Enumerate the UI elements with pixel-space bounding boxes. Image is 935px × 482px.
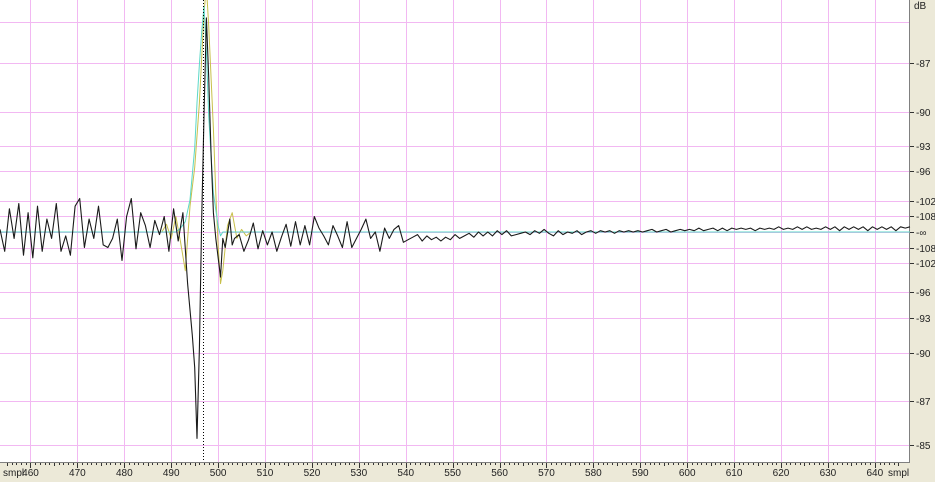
y-tick-label: -90 — [916, 108, 931, 119]
y-tick-label: -93 — [916, 314, 931, 325]
y-tick-label: -93 — [916, 142, 931, 153]
y-tick-label: -85 — [916, 441, 931, 452]
x-tick-label: 530 — [350, 468, 367, 479]
y-tick-label: -108 — [916, 244, 935, 255]
y-tick-label: -102 — [916, 197, 935, 208]
x-tick-label: 550 — [444, 468, 461, 479]
x-tick-label: 620 — [773, 468, 790, 479]
waveform-chart: 460 470 480 490 500 510 520 530 540 550 560 570 580 5… — [0, 0, 935, 482]
x-tick-label: 610 — [726, 468, 743, 479]
x-tick-label: 600 — [679, 468, 696, 479]
x-tick-label: 510 — [257, 468, 274, 479]
y-tick-label: -96 — [916, 167, 931, 178]
x-tick-label: 640 — [866, 468, 883, 479]
x-tick-label: 560 — [491, 468, 508, 479]
x-tick-label: 590 — [632, 468, 649, 479]
x-tick-label: 540 — [397, 468, 414, 479]
x-tick-label: 470 — [69, 468, 86, 479]
y-tick-label: -108 — [916, 212, 935, 223]
y-tick-label: -90 — [916, 349, 931, 360]
x-axis-unit-left: smpl — [3, 468, 24, 479]
y-tick-label: -87 — [916, 397, 931, 408]
waveform-plot[interactable]: 460 470 480 490 500 510 520 530 540 550 560 570 580 5… — [0, 0, 935, 482]
x-tick-label: 630 — [820, 468, 837, 479]
x-tick-label: 460 — [22, 468, 39, 479]
y-tick-label: -96 — [916, 288, 931, 299]
x-tick-label: 580 — [585, 468, 602, 479]
y-tick-label: -∞ — [916, 228, 926, 239]
x-tick-label: 520 — [304, 468, 321, 479]
x-tick-label: 500 — [210, 468, 227, 479]
x-tick-label: 570 — [538, 468, 555, 479]
x-axis-unit-right: smpl — [888, 468, 909, 479]
y-tick-label: -102 — [916, 259, 935, 270]
y-tick-label: -87 — [916, 59, 931, 70]
x-tick-label: 480 — [116, 468, 133, 479]
y-axis-unit: dB — [914, 1, 927, 12]
x-tick-label: 490 — [163, 468, 180, 479]
